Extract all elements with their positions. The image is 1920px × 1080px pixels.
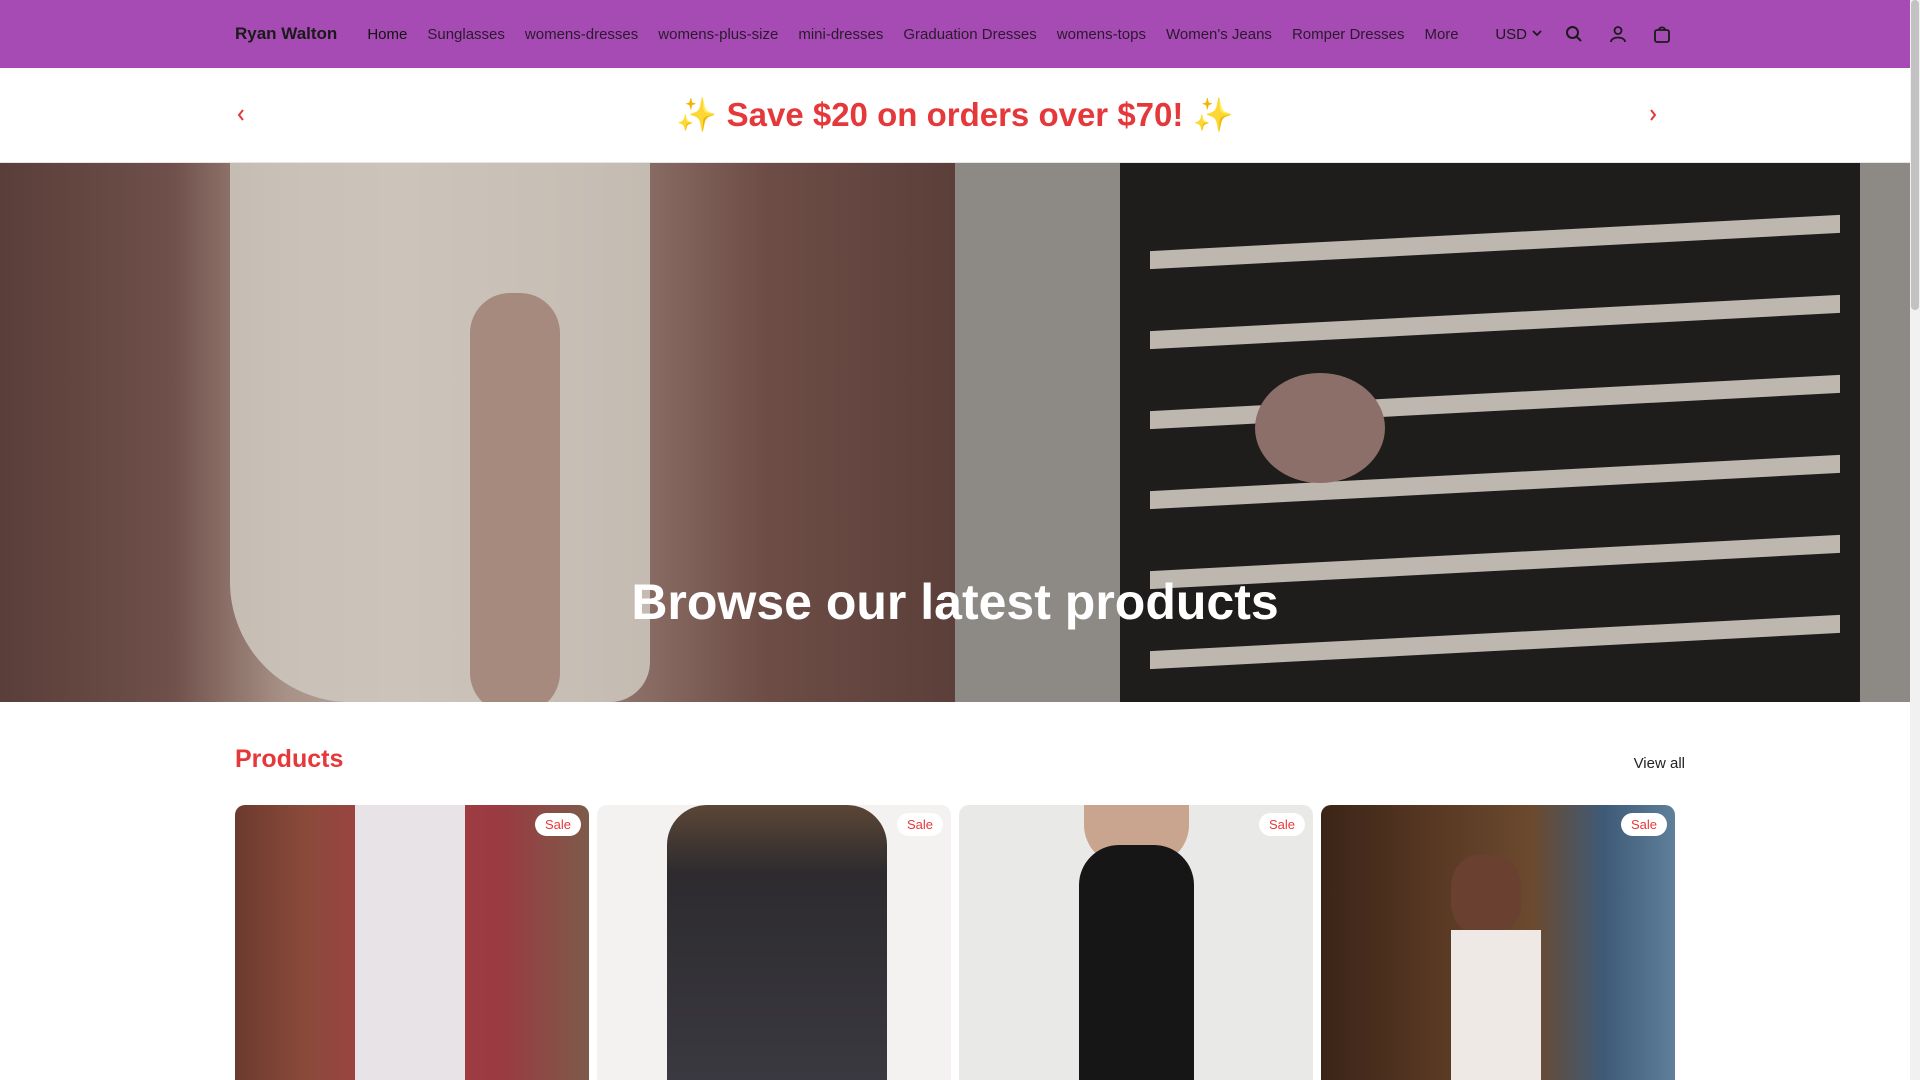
view-all-link[interactable]: View all bbox=[1634, 755, 1685, 772]
section-title: Products bbox=[235, 745, 344, 773]
product-card[interactable]: Sale bbox=[959, 805, 1313, 1080]
currency-label: USD bbox=[1495, 25, 1527, 43]
hero-banner: Browse our latest products bbox=[0, 163, 1910, 702]
nav-item-womens-plus-size[interactable]: womens-plus-size bbox=[648, 26, 788, 43]
header-inner: Ryan Walton Home Sunglasses womens-dress… bbox=[235, 0, 1675, 68]
search-icon[interactable] bbox=[1561, 21, 1587, 47]
hero-arm bbox=[470, 293, 560, 702]
brand-logo[interactable]: Ryan Walton bbox=[235, 24, 337, 44]
nav-item-more[interactable]: More bbox=[1414, 26, 1468, 43]
product-image bbox=[1451, 930, 1541, 1080]
product-grid: Sale Sale Sale Sale bbox=[235, 805, 1676, 1080]
product-image-model bbox=[1451, 855, 1521, 935]
nav-item-graduation-dresses[interactable]: Graduation Dresses bbox=[893, 26, 1046, 43]
product-card[interactable]: Sale bbox=[235, 805, 589, 1080]
main-nav: Home Sunglasses womens-dresses womens-pl… bbox=[357, 26, 1468, 43]
scrollbar[interactable] bbox=[1910, 0, 1920, 1080]
sale-badge: Sale bbox=[1258, 813, 1305, 836]
product-image bbox=[667, 805, 887, 1080]
product-card[interactable]: Sale bbox=[1321, 805, 1675, 1080]
product-image bbox=[1079, 845, 1194, 1080]
scrollbar-thumb[interactable] bbox=[1911, 0, 1919, 310]
header-actions: USD bbox=[1495, 0, 1675, 68]
nav-item-mini-dresses[interactable]: mini-dresses bbox=[788, 26, 893, 43]
nav-item-sunglasses[interactable]: Sunglasses bbox=[417, 26, 515, 43]
site-header: Ryan Walton Home Sunglasses womens-dress… bbox=[0, 0, 1910, 68]
sale-badge: Sale bbox=[534, 813, 581, 836]
nav-item-womens-jeans[interactable]: Women's Jeans bbox=[1156, 26, 1282, 43]
nav-item-womens-dresses[interactable]: womens-dresses bbox=[515, 26, 648, 43]
product-image bbox=[355, 805, 465, 1080]
hero-title: Browse our latest products bbox=[631, 574, 1279, 630]
sale-badge: Sale bbox=[1620, 813, 1667, 836]
account-icon[interactable] bbox=[1605, 21, 1631, 47]
chevron-down-icon bbox=[1531, 26, 1543, 43]
hero-hand bbox=[1255, 373, 1385, 483]
nav-item-home[interactable]: Home bbox=[357, 26, 417, 43]
product-card[interactable]: Sale bbox=[597, 805, 951, 1080]
chevron-right-icon[interactable] bbox=[1642, 104, 1664, 126]
cart-icon[interactable] bbox=[1649, 21, 1675, 47]
announcement-text: ✨ Save $20 on orders over $70! ✨ bbox=[676, 96, 1234, 133]
announcement-bar: ✨ Save $20 on orders over $70! ✨ bbox=[0, 68, 1910, 163]
products-header: Products View all bbox=[235, 745, 1685, 781]
sale-badge: Sale bbox=[896, 813, 943, 836]
nav-item-womens-tops[interactable]: womens-tops bbox=[1047, 26, 1156, 43]
nav-item-romper-dresses[interactable]: Romper Dresses bbox=[1282, 26, 1415, 43]
currency-selector[interactable]: USD bbox=[1495, 26, 1543, 43]
